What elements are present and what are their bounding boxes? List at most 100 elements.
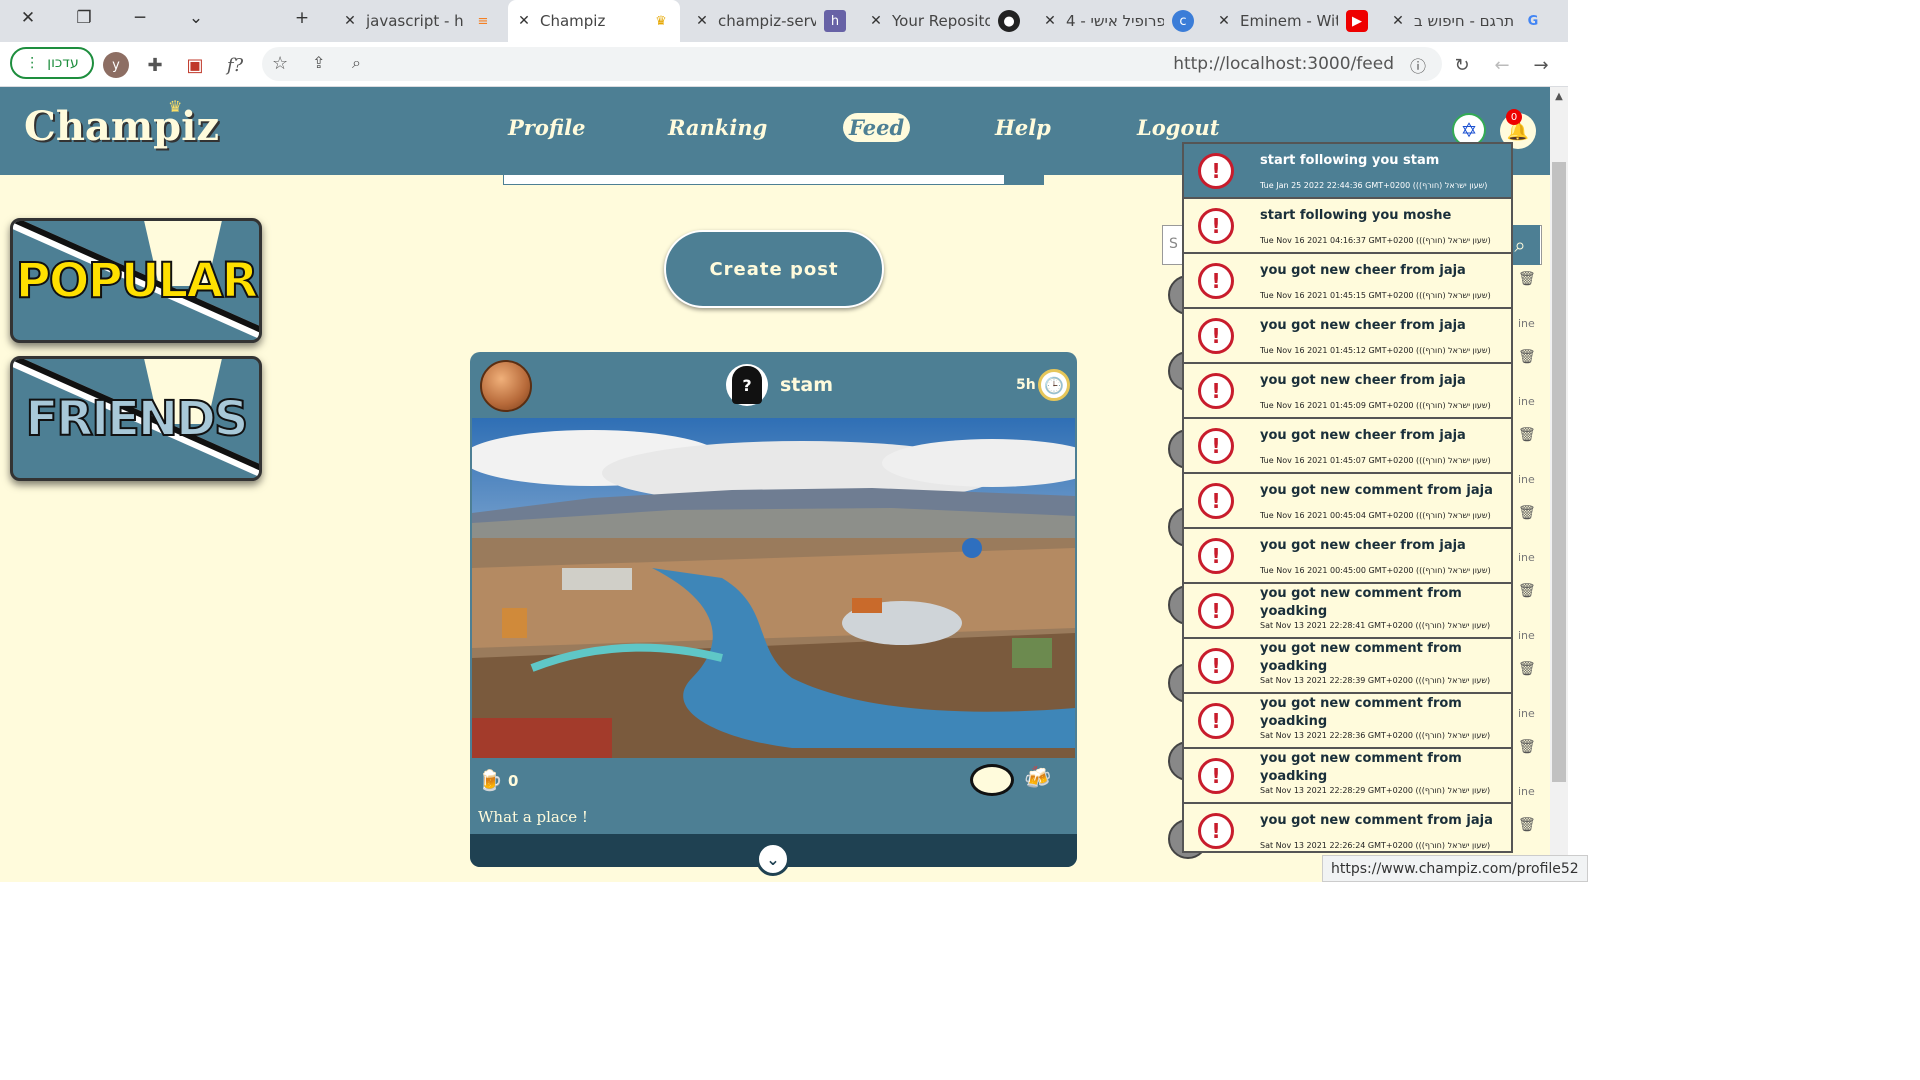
nav-profile[interactable]: Profile bbox=[508, 115, 585, 140]
trash-icon[interactable]: 🗑 bbox=[1518, 739, 1536, 755]
minimize-window-icon[interactable]: ─ bbox=[120, 0, 160, 36]
chevron-down-icon[interactable]: ⌄ bbox=[756, 842, 790, 876]
github-icon: ● bbox=[998, 10, 1020, 32]
nav-help[interactable]: Help bbox=[995, 115, 1051, 140]
crown-icon: ♛ bbox=[168, 97, 183, 116]
alert-icon: ! bbox=[1198, 263, 1234, 299]
friends-button[interactable]: FRIENDS bbox=[10, 356, 262, 481]
notification-item[interactable]: ! you got new comment from jaja Tue Nov … bbox=[1184, 474, 1511, 528]
notification-item[interactable]: ! you got new comment from yoadking Sat … bbox=[1184, 749, 1511, 803]
zoom-icon[interactable]: ⌕ bbox=[352, 53, 361, 73]
notification-item[interactable]: ! you got new cheer from jaja Tue Nov 16… bbox=[1184, 309, 1511, 363]
browser-tab[interactable]: ✕ פרופיל אישי - 4 c bbox=[1034, 0, 1202, 42]
notification-item[interactable]: ! you got new cheer from jaja Tue Nov 16… bbox=[1184, 419, 1511, 473]
tab-search-icon[interactable]: ⌄ bbox=[176, 0, 216, 36]
trash-icon[interactable]: 🗑 bbox=[1518, 661, 1536, 677]
browser-tab[interactable]: ✕ Your Reposito ● bbox=[860, 0, 1028, 42]
back-icon[interactable]: ← bbox=[1487, 50, 1517, 80]
star-icon[interactable]: ☆ bbox=[272, 53, 288, 74]
alert-icon: ! bbox=[1198, 593, 1234, 629]
profile-avatar[interactable]: y bbox=[103, 52, 129, 78]
notifications-dropdown: ! start following you stam Tue Jan 25 20… bbox=[1182, 142, 1513, 853]
notification-item[interactable]: ! start following you moshe Tue Nov 16 2… bbox=[1184, 199, 1511, 253]
trash-icon[interactable]: 🗑 bbox=[1518, 349, 1536, 365]
notification-item[interactable]: ! you got new cheer from jaja Tue Nov 16… bbox=[1184, 254, 1511, 308]
browser-tab-active[interactable]: ✕ Champiz ♛ bbox=[508, 0, 680, 42]
extensions-icon[interactable]: ✚ bbox=[140, 50, 170, 80]
close-tab-icon[interactable]: ✕ bbox=[692, 13, 712, 29]
user-avatar[interactable]: ? bbox=[726, 364, 768, 406]
nav-ranking[interactable]: Ranking bbox=[668, 115, 767, 140]
notification-item[interactable]: ! you got new comment from yoadking Sat … bbox=[1184, 639, 1511, 693]
alert-icon: ! bbox=[1198, 153, 1234, 189]
browser-tab[interactable]: ✕ champiz-serve h bbox=[686, 0, 854, 42]
new-tab-icon[interactable]: + bbox=[282, 0, 322, 36]
notification-item[interactable]: ! you got new comment from yoadking Sat … bbox=[1184, 694, 1511, 748]
notification-item[interactable]: ! you got new cheer from jaja Tue Nov 16… bbox=[1184, 529, 1511, 583]
reload-icon[interactable]: ↻ bbox=[1447, 50, 1477, 80]
post-username[interactable]: stam bbox=[780, 374, 833, 396]
info-icon[interactable]: ⓘ bbox=[1410, 53, 1426, 77]
search-input[interactable] bbox=[503, 175, 1044, 185]
nav-logout[interactable]: Logout bbox=[1137, 115, 1219, 140]
alert-icon: ! bbox=[1198, 703, 1234, 739]
comment-bubble-icon[interactable] bbox=[970, 764, 1014, 796]
scrollbar-thumb[interactable] bbox=[1552, 162, 1566, 782]
close-tab-icon[interactable]: ✕ bbox=[1040, 13, 1060, 29]
trash-icon[interactable]: 🗑 bbox=[1518, 817, 1536, 833]
alert-icon: ! bbox=[1198, 648, 1234, 684]
close-tab-icon[interactable]: ✕ bbox=[1388, 13, 1408, 29]
bronze-medal-icon bbox=[480, 360, 532, 412]
close-tab-icon[interactable]: ✕ bbox=[340, 13, 360, 29]
trash-icon[interactable]: 🗑 bbox=[1518, 505, 1536, 521]
logo[interactable]: Champiz bbox=[24, 103, 219, 150]
cheers-icon[interactable]: 🍺 bbox=[478, 768, 503, 792]
trash-icon[interactable]: 🗑 bbox=[1518, 271, 1536, 287]
heroku-icon: h bbox=[824, 10, 846, 32]
clock-icon: 🕒 bbox=[1038, 369, 1070, 401]
search-button[interactable] bbox=[1004, 175, 1044, 185]
alert-icon: ! bbox=[1198, 483, 1234, 519]
create-post-button[interactable]: Create post bbox=[664, 230, 884, 308]
alert-icon: ! bbox=[1198, 538, 1234, 574]
forward-icon[interactable]: → bbox=[1526, 50, 1556, 80]
post-time: 5h bbox=[1016, 377, 1036, 393]
post-caption: What a place ! bbox=[478, 808, 588, 826]
restore-window-icon[interactable]: ❐ bbox=[64, 0, 104, 36]
nav-feed[interactable]: Feed bbox=[843, 113, 911, 142]
more-icon: ⋮ bbox=[25, 55, 40, 71]
cheers-count: 0 bbox=[508, 772, 519, 790]
close-tab-icon[interactable]: ✕ bbox=[866, 13, 886, 29]
browser-tab[interactable]: ✕ Eminem - With ▶ bbox=[1208, 0, 1376, 42]
address-bar[interactable]: ☆ ⇪ ⌕ http://localhost:3000/feed ⓘ bbox=[262, 47, 1442, 81]
trash-icon[interactable]: 🗑 bbox=[1518, 427, 1536, 443]
post-card: ? stam 5h 🕒 🍺 0 🍻 What a place ! bbox=[470, 352, 1077, 867]
notification-item[interactable]: ! start following you stam Tue Jan 25 20… bbox=[1184, 144, 1511, 198]
youtube-icon: ▶ bbox=[1346, 10, 1368, 32]
popular-button[interactable]: POPULAR bbox=[10, 218, 262, 343]
alert-icon: ! bbox=[1198, 813, 1234, 849]
status-bar-url: https://www.champiz.com/profile52 bbox=[1322, 855, 1588, 882]
formula-extension-icon[interactable]: f? bbox=[220, 50, 250, 80]
browser-tab[interactable]: ✕ תרגם - חיפוש ב G bbox=[1382, 0, 1552, 42]
update-button[interactable]: ⋮ עדכון bbox=[10, 47, 94, 79]
scroll-up-icon[interactable]: ▲ bbox=[1553, 91, 1565, 102]
close-tab-icon[interactable]: ✕ bbox=[514, 13, 534, 29]
close-tab-icon[interactable]: ✕ bbox=[1214, 13, 1234, 29]
cheer-mugs-icon[interactable]: 🍻 bbox=[1024, 766, 1051, 791]
city-landscape-image bbox=[472, 418, 1075, 758]
close-window-icon[interactable]: ✕ bbox=[8, 0, 48, 36]
page-content: Champiz ♛ Profile Ranking Feed Help Logo… bbox=[0, 87, 1550, 882]
alert-icon: ! bbox=[1198, 758, 1234, 794]
notification-item[interactable]: ! you got new comment from yoadking Sat … bbox=[1184, 584, 1511, 638]
extension-app-icon[interactable]: ▣ bbox=[180, 50, 210, 80]
share-icon[interactable]: ⇪ bbox=[312, 53, 325, 72]
trash-icon[interactable]: 🗑 bbox=[1518, 583, 1536, 599]
notification-item[interactable]: ! you got new cheer from jaja Tue Nov 16… bbox=[1184, 364, 1511, 418]
google-icon: G bbox=[1527, 13, 1539, 29]
notification-item[interactable]: ! you got new comment from jaja Sat Nov … bbox=[1184, 804, 1511, 851]
browser-tab-bar: ✕ ❐ ─ ⌄ + ✕ javascript - ho ≡ ✕ Champiz … bbox=[0, 0, 1568, 42]
alert-icon: ! bbox=[1198, 318, 1234, 354]
post-image[interactable] bbox=[472, 418, 1075, 758]
browser-tab[interactable]: ✕ javascript - ho ≡ bbox=[334, 0, 502, 42]
